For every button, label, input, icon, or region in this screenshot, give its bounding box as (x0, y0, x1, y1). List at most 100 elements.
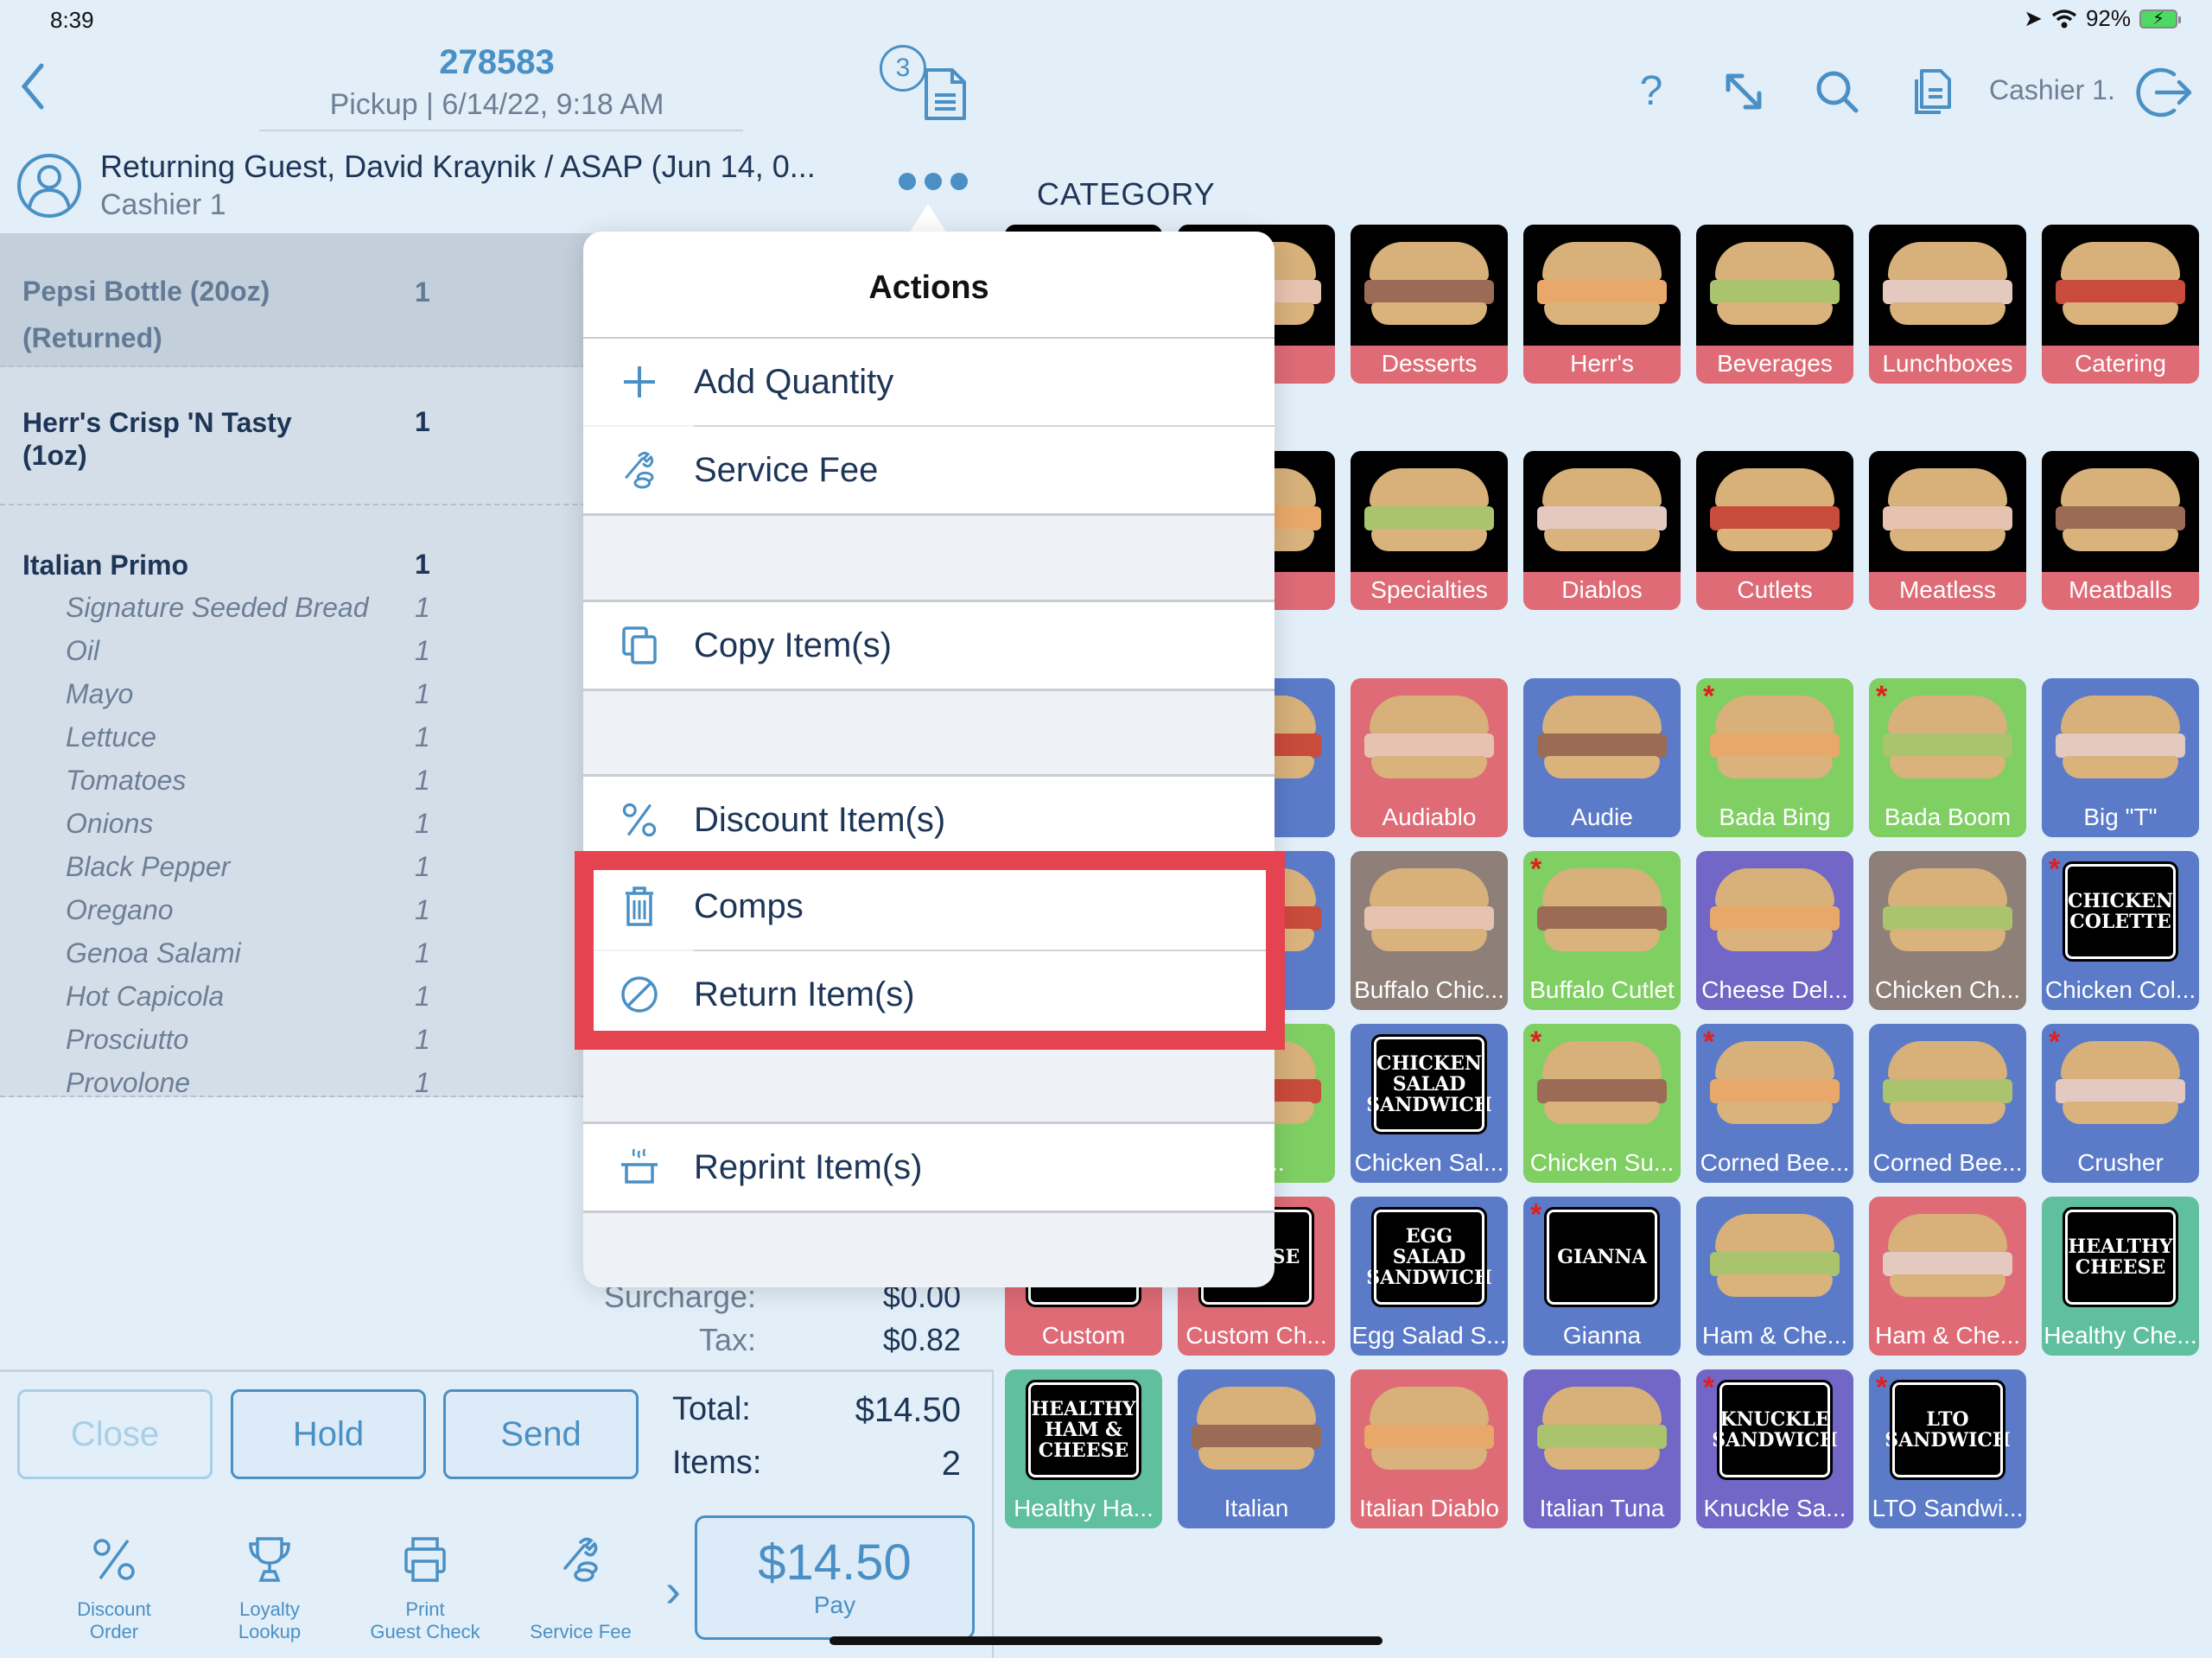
discount-order-button[interactable]: Discount Order (45, 1529, 183, 1643)
menu-item-tile[interactable]: Italian (1178, 1369, 1335, 1528)
send-button[interactable]: Send (443, 1389, 639, 1479)
help-button[interactable]: ? (1627, 67, 1675, 116)
menu-item-tile[interactable]: Cheese Del... (1696, 851, 1853, 1010)
logout-icon[interactable] (2136, 64, 2193, 121)
menu-item-tile[interactable]: * Bada Boom (1869, 678, 2026, 837)
tile-label: Meatballs (2069, 576, 2172, 603)
category-tile[interactable]: Meatless (1869, 451, 2026, 610)
category-tile[interactable]: Diablos (1523, 451, 1681, 610)
items-label: Items: (672, 1445, 762, 1481)
category-tile[interactable]: Specialties (1351, 451, 1508, 610)
tile-label: Crusher (2077, 1149, 2164, 1176)
action-label: Copy Item(s) (694, 626, 892, 664)
close-button[interactable]: Close (17, 1389, 213, 1479)
action-add-quantity[interactable]: Add Quantity (583, 339, 1274, 425)
loyalty-lookup-button[interactable]: Loyalty Lookup (200, 1529, 339, 1643)
more-tools-chevron-icon[interactable]: › (665, 1564, 681, 1617)
category-tile[interactable]: Desserts (1351, 225, 1508, 384)
menu-item-tile[interactable]: Big "T" (2042, 678, 2199, 837)
item-image (1696, 225, 1853, 346)
item-image (1523, 851, 1681, 972)
menu-item-tile[interactable]: * Buffalo Cutlet (1523, 851, 1681, 1010)
category-tile[interactable]: Catering (2042, 225, 2199, 384)
item-status: (Returned) (22, 322, 162, 353)
service-fee-button[interactable]: Service Fee (512, 1529, 650, 1643)
checks-count-badge[interactable]: 3 (880, 45, 926, 92)
guest-check-doc-icon[interactable] (923, 67, 968, 121)
tile-label: Italian Tuna (1539, 1495, 1665, 1521)
menu-item-tile[interactable]: * Chicken Su... (1523, 1024, 1681, 1183)
modifier-name: Lettuce (66, 721, 156, 753)
expand-icon[interactable] (1719, 67, 1768, 116)
search-icon[interactable] (1813, 67, 1861, 116)
category-tile[interactable]: Cutlets (1696, 451, 1853, 610)
guest-info[interactable]: Returning Guest, David Kraynik / ASAP (J… (100, 149, 816, 185)
item-image (1696, 451, 1853, 572)
menu-item-tile[interactable]: Corned Bee... (1869, 1024, 2026, 1183)
action-label: Discount Item(s) (694, 801, 946, 839)
item-image (1523, 678, 1681, 799)
menu-item-tile[interactable]: Buffalo Chic... (1351, 851, 1508, 1010)
guest-avatar-icon[interactable] (16, 152, 83, 219)
pay-button[interactable]: $14.50 Pay (695, 1515, 975, 1640)
tile-label: Egg Salad S... (1351, 1322, 1507, 1349)
item-name: Pepsi Bottle (20oz) (22, 276, 270, 307)
tax-value: $0.82 (882, 1322, 961, 1357)
menu-item-tile[interactable]: CHICKEN SALAD SANDWICH Chicken Sal... (1351, 1024, 1508, 1183)
menu-item-tile[interactable]: * Crusher (2042, 1024, 2199, 1183)
category-tile[interactable]: Meatballs (2042, 451, 2199, 610)
tile-label: Meatless (1898, 576, 1997, 603)
trophy-icon (249, 1537, 290, 1582)
modifier-qty: 1 (415, 592, 430, 623)
modifier-name: Prosciutto (66, 1024, 189, 1055)
tile-label: Cutlets (1737, 576, 1813, 603)
menu-item-tile[interactable]: GIANNA * Gianna (1523, 1197, 1681, 1356)
item-image (1351, 851, 1508, 972)
item-image (1869, 851, 2026, 972)
menu-item-tile[interactable]: Chicken Ch... (1869, 851, 2026, 1010)
menu-item-tile[interactable]: KNUCKLE SANDWICH * Knuckle Sa... (1696, 1369, 1853, 1528)
menu-item-tile[interactable]: * Bada Bing (1696, 678, 1853, 837)
item-image (1696, 1024, 1853, 1145)
tile-label: Big "T" (2083, 804, 2158, 830)
menu-item-tile[interactable]: Italian Diablo (1351, 1369, 1508, 1528)
item-sign-image: CHICKEN COLETTE (2042, 851, 2199, 972)
category-tile[interactable]: Beverages (1696, 225, 1853, 384)
action-copy-items[interactable]: Copy Item(s) (583, 602, 1274, 689)
modifier-name: Signature Seeded Bread (66, 592, 369, 623)
category-tile[interactable]: Herr's (1523, 225, 1681, 384)
item-image (1351, 1369, 1508, 1490)
cashier-name[interactable]: Cashier 1. (1989, 74, 2115, 106)
copy-icon (622, 626, 657, 664)
tile-label: Chicken Sal... (1354, 1149, 1504, 1176)
menu-item-tile[interactable]: Audie (1523, 678, 1681, 837)
menu-item-tile[interactable]: Ham & Che... (1869, 1197, 2026, 1356)
menu-item-tile[interactable]: HEALTHY CHEESE Healthy Che... (2042, 1197, 2199, 1356)
tile-label: Ham & Che... (1701, 1322, 1848, 1349)
action-discount-items[interactable]: Discount Item(s) (583, 777, 1274, 863)
tax-label: Tax: (698, 1322, 756, 1357)
percent-icon (93, 1539, 135, 1580)
menu-item-tile[interactable]: LTO SANDWICH * LTO Sandwi... (1869, 1369, 2026, 1528)
action-service-fee[interactable]: Service Fee (583, 427, 1274, 513)
menu-item-tile[interactable]: Audiablo (1351, 678, 1508, 837)
menu-item-tile[interactable]: Italian Tuna (1523, 1369, 1681, 1528)
more-actions-button[interactable] (899, 173, 968, 190)
tile-label: Specialties (1370, 576, 1488, 603)
service-fee-icon (563, 1537, 598, 1582)
print-guest-check-button[interactable]: Print Guest Check (356, 1529, 494, 1643)
hold-button[interactable]: Hold (231, 1389, 426, 1479)
tile-label: Corned Bee... (1872, 1149, 2023, 1176)
menu-item-tile[interactable]: HEALTHY HAM & CHEESE Healthy Ha... (1005, 1369, 1162, 1528)
category-tile[interactable]: Lunchboxes (1869, 225, 2026, 384)
tile-label: Buffalo Chic... (1354, 976, 1504, 1003)
modifier-qty: 1 (415, 1024, 430, 1055)
orders-list-icon[interactable] (1908, 67, 1956, 116)
menu-item-tile[interactable]: * Corned Bee... (1696, 1024, 1853, 1183)
menu-item-tile[interactable]: Ham & Che... (1696, 1197, 1853, 1356)
action-reprint-items[interactable]: Reprint Item(s) (583, 1124, 1274, 1210)
menu-item-tile[interactable]: CHICKEN COLETTE * Chicken Col... (2042, 851, 2199, 1010)
status-time: 8:39 (50, 7, 94, 33)
battery-icon: ⚡ (2139, 9, 2181, 29)
menu-item-tile[interactable]: EGG SALAD SANDWICH Egg Salad S... (1351, 1197, 1508, 1356)
